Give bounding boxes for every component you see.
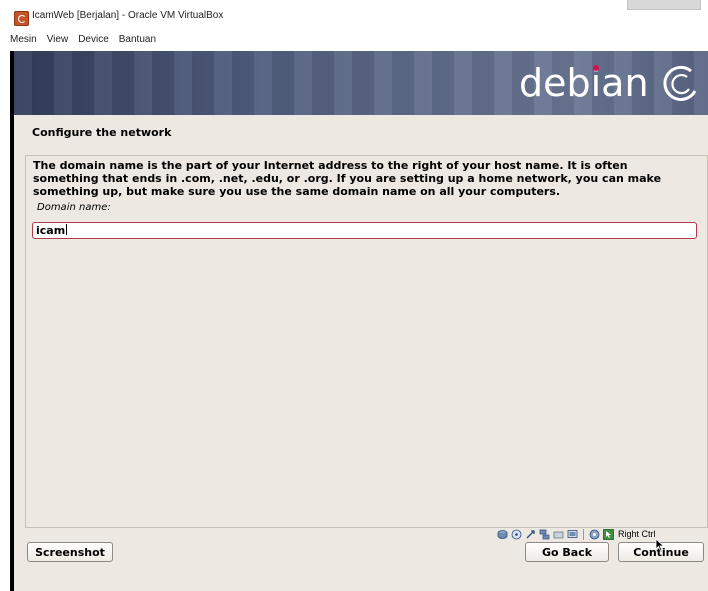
window-title: IcamWeb [Berjalan] - Oracle VM VirtualBo… — [32, 10, 224, 21]
menu-bar: Mesin View Device Bantuan — [10, 31, 161, 49]
screenshot-button[interactable]: Screenshot — [27, 542, 113, 562]
optical-drive-icon[interactable] — [511, 529, 522, 540]
domain-name-label: Domain name: — [37, 202, 111, 213]
page-title: Configure the network — [32, 126, 172, 139]
text-caret — [66, 224, 68, 235]
host-key-label: Right Ctrl — [618, 529, 656, 539]
usb-icon[interactable] — [525, 529, 536, 540]
domain-name-input[interactable]: icam — [32, 222, 697, 239]
shared-folders-icon[interactable] — [553, 529, 564, 540]
hard-disk-icon[interactable] — [497, 529, 508, 540]
menu-item-bantuan[interactable]: Bantuan — [114, 31, 161, 49]
menu-item-mesin[interactable]: Mesin — [10, 31, 42, 49]
debian-logo-text: debian — [519, 61, 649, 105]
content-panel — [25, 155, 708, 528]
mouse-cursor-icon — [655, 538, 665, 552]
mouse-integration-icon[interactable] — [603, 528, 614, 540]
video-capture-icon[interactable] — [589, 529, 600, 540]
status-separator — [583, 528, 584, 540]
network-icon[interactable] — [539, 529, 550, 540]
description-text: The domain name is the part of your Inte… — [33, 159, 662, 198]
domain-name-value: icam — [36, 224, 66, 237]
window-title-bar: IcamWeb [Berjalan] - Oracle VM VirtualBo… — [0, 0, 708, 31]
menu-item-device[interactable]: Device — [73, 31, 114, 49]
window-control-buttons[interactable] — [627, 0, 701, 10]
debian-swirl-icon — [663, 65, 697, 101]
go-back-button[interactable]: Go Back — [525, 542, 609, 562]
virtualbox-app-icon — [14, 11, 29, 26]
menu-item-view[interactable]: View — [42, 31, 74, 49]
status-bar: Right Ctrl — [497, 528, 656, 540]
display-edge — [10, 51, 14, 591]
display-icon[interactable] — [567, 529, 578, 540]
debian-logo-dot — [593, 65, 599, 71]
vm-display[interactable]: debian Configure the network The domain … — [10, 51, 708, 591]
